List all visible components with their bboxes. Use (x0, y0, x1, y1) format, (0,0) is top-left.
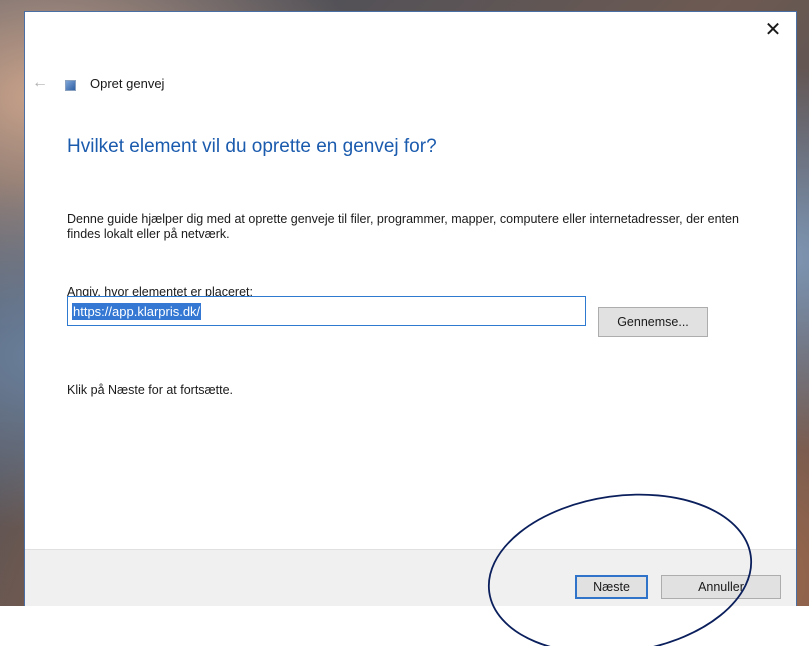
location-input[interactable]: https://app.klarpris.dk/ (67, 296, 586, 326)
dialog-footer: Næste Annuller (25, 549, 796, 606)
back-arrow-icon[interactable]: ← (29, 72, 51, 94)
wizard-title: Opret genvej (90, 76, 165, 91)
continue-instruction: Klik på Næste for at fortsætte. (67, 383, 234, 397)
wizard-title-row: Opret genvej (65, 76, 164, 91)
browse-button[interactable]: Gennemse... (598, 307, 708, 337)
bottom-area (0, 606, 809, 646)
close-icon[interactable]: ✕ (756, 14, 790, 44)
next-button[interactable]: Næste (575, 575, 648, 599)
page-heading: Hvilket element vil du oprette en genvej… (67, 136, 437, 157)
cancel-button[interactable]: Annuller (661, 575, 781, 599)
location-value: https://app.klarpris.dk/ (72, 302, 202, 320)
wizard-description: Denne guide hjælper dig med at oprette g… (67, 212, 739, 241)
create-shortcut-dialog: ✕ ← Opret genvej Hvilket element vil du … (24, 11, 797, 606)
shortcut-icon (65, 80, 76, 91)
